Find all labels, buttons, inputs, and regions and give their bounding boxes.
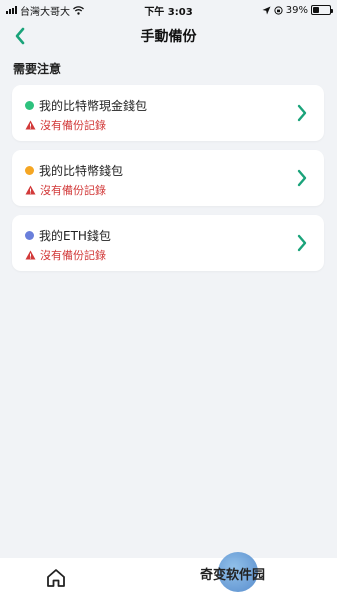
warning-icon [25, 185, 36, 195]
wallet-dot [25, 166, 34, 175]
chevron-right-icon [297, 104, 307, 122]
wallet-name-row: 我的比特幣現金錢包 [25, 97, 147, 114]
wallet-name-row: 我的比特幣錢包 [25, 162, 123, 179]
status-bar: 台灣大哥大 下午 3:03 39% [0, 0, 337, 20]
wallet-card[interactable]: 我的ETH錢包 沒有備份記錄 [12, 215, 324, 271]
watermark-logo: 奇变软件园 [200, 552, 280, 592]
battery-fill [313, 7, 320, 13]
watermark-text: 奇变软件园 [200, 568, 266, 583]
wallet-name: 我的比特幣現金錢包 [39, 99, 148, 113]
navigation-bar: 手動備份 [0, 20, 337, 52]
wallet-status-row: 沒有備份記錄 [25, 247, 106, 263]
wallet-name: 我的ETH錢包 [39, 229, 111, 243]
home-icon [47, 569, 65, 587]
tab-home[interactable] [44, 566, 68, 590]
wallet-status: 沒有備份記錄 [40, 249, 106, 262]
wallet-status: 沒有備份記錄 [40, 184, 106, 197]
wallet-card[interactable]: 我的比特幣現金錢包 沒有備份記錄 [12, 85, 324, 141]
wallet-dot [25, 231, 34, 240]
back-button[interactable] [8, 24, 32, 48]
page-title: 手動備份 [140, 29, 197, 45]
wallet-name: 我的比特幣錢包 [39, 164, 124, 178]
wallet-dot [25, 101, 34, 110]
carrier-label: 台灣大哥大 [20, 6, 70, 18]
signal-icon [6, 6, 17, 14]
location-arrow-icon [262, 6, 271, 14]
chevron-left-icon [15, 27, 25, 45]
warning-icon [25, 250, 36, 260]
status-right: 39% [262, 4, 333, 16]
orientation-lock-icon [274, 5, 283, 15]
tab-bar [0, 558, 337, 600]
chevron-right-icon [297, 169, 307, 187]
wallet-status: 沒有備份記錄 [40, 119, 106, 132]
wallet-card[interactable]: 我的比特幣錢包 沒有備份記錄 [12, 150, 324, 206]
chevron-right-icon [297, 234, 307, 252]
wallet-name-row: 我的ETH錢包 [25, 227, 111, 244]
battery-icon [311, 5, 333, 15]
wallet-status-row: 沒有備份記錄 [25, 117, 106, 133]
wallet-status-row: 沒有備份記錄 [25, 182, 106, 198]
warning-icon [25, 120, 36, 130]
status-left: 台灣大哥大 [6, 3, 84, 18]
section-title: 需要注意 [13, 62, 62, 76]
battery-percent: 39% [285, 4, 308, 16]
wifi-icon [73, 5, 84, 15]
